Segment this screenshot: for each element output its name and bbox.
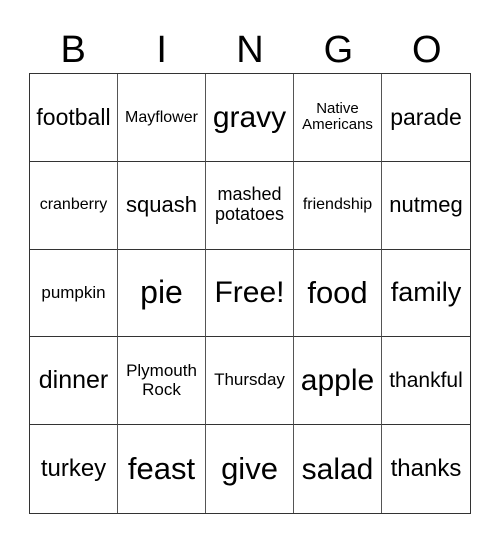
- bingo-cell[interactable]: mashed potatoes: [206, 161, 294, 250]
- bingo-cell[interactable]: Plymouth Rock: [118, 337, 206, 426]
- bingo-cell[interactable]: thankful: [382, 337, 470, 426]
- bingo-cell[interactable]: food: [294, 249, 382, 338]
- bingo-cell[interactable]: pumpkin: [30, 249, 118, 338]
- bingo-cell[interactable]: football: [30, 74, 118, 162]
- bingo-cell[interactable]: squash: [118, 161, 206, 250]
- bingo-cell[interactable]: turkey: [30, 425, 118, 513]
- header-letter-b: B: [60, 29, 86, 71]
- bingo-cell[interactable]: give: [206, 425, 294, 513]
- bingo-header: B I N G O: [29, 28, 471, 73]
- bingo-cell[interactable]: parade: [382, 74, 470, 162]
- bingo-cell[interactable]: nutmeg: [382, 162, 470, 250]
- bingo-cell[interactable]: feast: [118, 425, 206, 513]
- bingo-grid: football Mayflower gravy Native Americans pa…: [29, 73, 471, 514]
- bingo-cell[interactable]: apple: [294, 337, 382, 426]
- bingo-cell[interactable]: Native Americans: [294, 74, 382, 162]
- bingo-cell[interactable]: Thursday: [206, 337, 294, 426]
- bingo-cell[interactable]: cranberry: [30, 161, 118, 250]
- bingo-cell[interactable]: dinner: [30, 337, 118, 426]
- bingo-cell-free[interactable]: Free!: [206, 249, 294, 338]
- bingo-cell[interactable]: friendship: [294, 161, 382, 250]
- bingo-cell[interactable]: gravy: [206, 74, 294, 162]
- header-letter-o: O: [412, 29, 442, 71]
- bingo-cell[interactable]: Mayflower: [118, 74, 206, 162]
- header-letter-i: I: [156, 29, 167, 71]
- header-letter-g: G: [323, 29, 354, 71]
- bingo-cell[interactable]: salad: [294, 425, 382, 513]
- bingo-cell[interactable]: family: [382, 250, 470, 338]
- bingo-cell[interactable]: pie: [118, 249, 206, 338]
- bingo-cell[interactable]: thanks: [382, 425, 470, 513]
- header-letter-n: N: [236, 29, 264, 71]
